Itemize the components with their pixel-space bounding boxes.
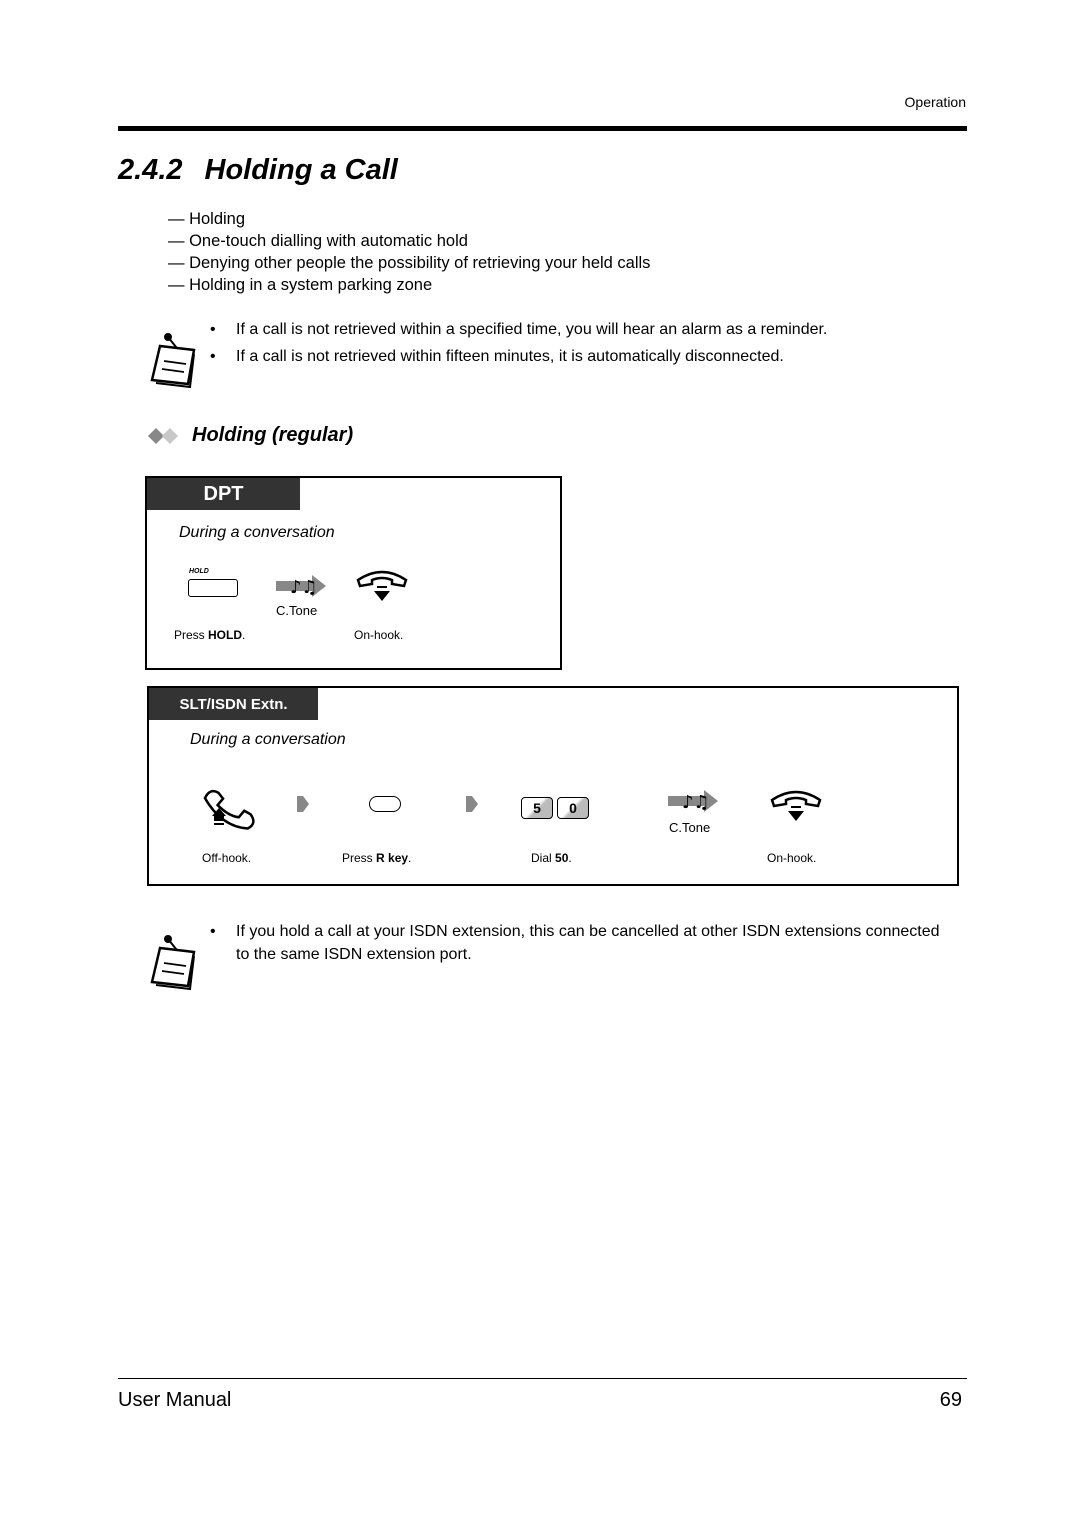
subheading: Holding (regular) bbox=[146, 424, 353, 447]
footer-title: User Manual bbox=[118, 1389, 232, 1411]
dpt-tone-label: C.Tone bbox=[276, 603, 318, 618]
note-pad-icon bbox=[150, 935, 196, 991]
note-pad-icon bbox=[150, 333, 196, 389]
dpt-context: During a conversation bbox=[179, 524, 335, 541]
note-bullet: • If a call is not retrieved within a spe… bbox=[210, 321, 828, 338]
note-2: • If you hold a call at your ISDN extensi… bbox=[210, 920, 950, 966]
on-hook-icon bbox=[770, 790, 822, 821]
note-bullet: • If you hold a call at your ISDN extensi… bbox=[210, 923, 940, 963]
dpt-step-2: On-hook. bbox=[354, 628, 404, 642]
bottom-rule bbox=[118, 1378, 967, 1379]
slt-step-3: Dial 50. bbox=[531, 851, 572, 865]
topic-item: — Denying other people the possibility o… bbox=[168, 254, 651, 272]
dial-key-5: 5 bbox=[521, 797, 553, 819]
hold-key-icon bbox=[188, 579, 238, 597]
topic-list: — Holding — One-touch dialling with auto… bbox=[168, 208, 650, 296]
arrow-right-icon bbox=[466, 796, 478, 812]
slt-step-1: Off-hook. bbox=[202, 851, 252, 865]
section-number: 2.4.2 bbox=[118, 154, 183, 186]
section-title: 2.4.2 Holding a Call bbox=[118, 154, 398, 187]
topic-item: — Holding bbox=[168, 210, 246, 228]
slt-tab: SLT/ISDN Extn. bbox=[149, 688, 318, 720]
page-number: 69 bbox=[939, 1389, 962, 1411]
running-header: Operation bbox=[904, 94, 966, 110]
note-bullet: • If a call is not retrieved within fifte… bbox=[210, 348, 784, 365]
slt-procedure-box: SLT/ISDN Extn. During a conversation 5 0… bbox=[147, 686, 959, 886]
topic-item: — Holding in a system parking zone bbox=[168, 276, 433, 294]
dial-keys: 5 0 bbox=[521, 797, 589, 819]
slt-step-4: On-hook. bbox=[767, 851, 817, 865]
on-hook-icon bbox=[356, 570, 408, 601]
topic-item: — One-touch dialling with automatic hold bbox=[168, 232, 468, 250]
svg-text:♪♫: ♪♫ bbox=[290, 577, 318, 598]
confirmation-tone-icon: ♪♫ bbox=[276, 575, 326, 598]
note-1: • If a call is not retrieved within a spe… bbox=[210, 316, 827, 370]
slt-tone-label: C.Tone bbox=[669, 820, 711, 835]
dial-key-0: 0 bbox=[557, 797, 589, 819]
r-key-icon bbox=[369, 796, 401, 812]
top-rule bbox=[118, 126, 967, 131]
confirmation-tone-icon: ♪♫ bbox=[668, 790, 718, 813]
double-diamond-icon bbox=[148, 427, 178, 444]
section-title-text: Holding a Call bbox=[204, 154, 398, 186]
dpt-step-1: Press HOLD. bbox=[174, 628, 246, 642]
hold-key-label: HOLD bbox=[189, 568, 209, 575]
dpt-tab: DPT bbox=[147, 478, 300, 510]
subheading-text: Holding (regular) bbox=[192, 424, 354, 446]
dpt-procedure-box: DPT During a conversation HOLD ♪♫ C.Tone… bbox=[145, 476, 562, 670]
slt-step-2: Press R key. bbox=[342, 851, 412, 865]
svg-text:♪♫: ♪♫ bbox=[682, 792, 710, 813]
arrow-right-icon bbox=[297, 796, 309, 812]
off-hook-icon bbox=[203, 789, 255, 830]
slt-context: During a conversation bbox=[190, 731, 346, 748]
